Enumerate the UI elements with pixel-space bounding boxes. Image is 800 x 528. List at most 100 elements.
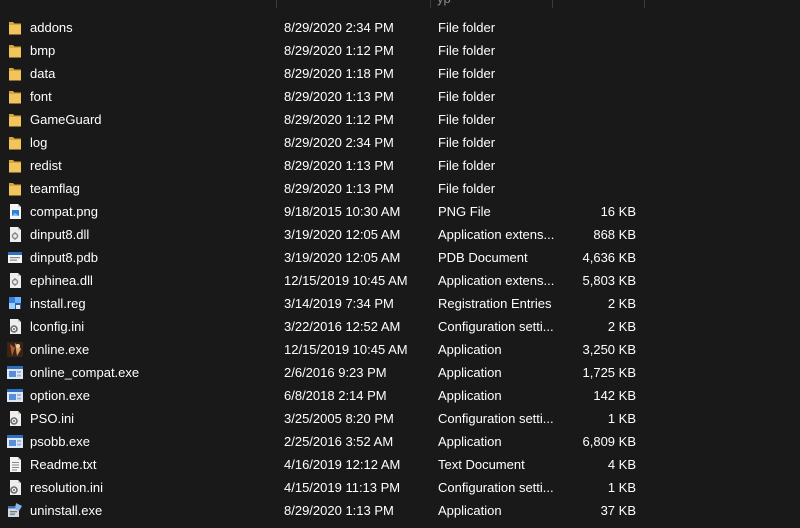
file-name: lconfig.ini [30, 319, 85, 334]
column-divider[interactable] [430, 0, 431, 8]
file-explorer: yp addons 8/29/2020 2:34 PM File folder … [0, 0, 800, 528]
file-row[interactable]: Readme.txt 4/16/2019 12:12 AM Text Docum… [0, 453, 800, 476]
file-row[interactable]: lconfig.ini 3/22/2016 12:52 AM Configura… [0, 315, 800, 338]
column-header-strip[interactable]: yp [0, 0, 800, 8]
file-type: PNG File [438, 204, 491, 219]
file-size: 6,809 KB [582, 434, 637, 449]
file-type: File folder [438, 158, 496, 173]
file-date-modified: 12/15/2019 10:45 AM [284, 273, 408, 288]
file-date-modified: 12/15/2019 10:45 AM [284, 342, 408, 357]
file-name: GameGuard [30, 112, 102, 127]
file-date-modified: 8/29/2020 2:34 PM [284, 20, 394, 35]
file-size: 1 KB [607, 411, 636, 426]
column-divider[interactable] [552, 0, 553, 8]
file-row[interactable]: ephinea.dll 12/15/2019 10:45 AM Applicat… [0, 269, 800, 292]
file-name: font [30, 89, 52, 104]
folder-icon [6, 180, 24, 197]
file-name: PSO.ini [30, 411, 75, 426]
file-row[interactable]: teamflag 8/29/2020 1:13 PM File folder [0, 177, 800, 200]
file-row[interactable]: GameGuard 8/29/2020 1:12 PM File folder [0, 108, 800, 131]
file-name: ephinea.dll [30, 273, 93, 288]
file-name: install.reg [30, 296, 86, 311]
folder-icon [6, 42, 24, 59]
png-file-icon [6, 203, 24, 220]
file-row[interactable]: online_compat.exe 2/6/2016 9:23 PM Appli… [0, 361, 800, 384]
file-type: Configuration setti... [438, 411, 554, 426]
file-type: File folder [438, 181, 496, 196]
file-date-modified: 8/29/2020 1:12 PM [284, 112, 394, 127]
file-size: 868 KB [593, 227, 636, 242]
file-type: Registration Entries [438, 296, 552, 311]
app-window-icon [6, 433, 24, 450]
file-name: dinput8.pdb [30, 250, 98, 265]
folder-icon [6, 111, 24, 128]
file-name: bmp [30, 43, 56, 58]
folder-icon [6, 134, 24, 151]
file-row[interactable]: PSO.ini 3/25/2005 8:20 PM Configuration … [0, 407, 800, 430]
file-size: 16 KB [600, 204, 636, 219]
column-divider[interactable] [644, 0, 645, 8]
file-size: 2 KB [607, 319, 636, 334]
file-row[interactable]: data 8/29/2020 1:18 PM File folder [0, 62, 800, 85]
ini-file-icon [6, 410, 24, 427]
column-divider[interactable] [276, 0, 277, 8]
file-date-modified: 2/25/2016 3:52 AM [284, 434, 394, 449]
file-row[interactable]: online.exe 12/15/2019 10:45 AM Applicati… [0, 338, 800, 361]
file-row[interactable]: dinput8.pdb 3/19/2020 12:05 AM PDB Docum… [0, 246, 800, 269]
uninstaller-icon [6, 502, 24, 519]
file-size: 3,250 KB [582, 342, 637, 357]
file-date-modified: 4/15/2019 11:13 PM [284, 480, 401, 495]
file-row[interactable]: bmp 8/29/2020 1:12 PM File folder [0, 39, 800, 62]
file-row[interactable]: compat.png 9/18/2015 10:30 AM PNG File 1… [0, 200, 800, 223]
file-date-modified: 3/22/2016 12:52 AM [284, 319, 401, 334]
file-date-modified: 8/29/2020 1:13 PM [284, 181, 394, 196]
folder-icon [6, 19, 24, 36]
ini-file-icon [6, 479, 24, 496]
file-row[interactable]: resolution.ini 4/15/2019 11:13 PM Config… [0, 476, 800, 499]
file-row[interactable]: option.exe 6/8/2018 2:14 PM Application … [0, 384, 800, 407]
type-column-header[interactable]: yp [437, 0, 451, 6]
file-date-modified: 8/29/2020 2:34 PM [284, 135, 394, 150]
file-type: Application [438, 342, 502, 357]
file-row[interactable]: dinput8.dll 3/19/2020 12:05 AM Applicati… [0, 223, 800, 246]
file-type: Configuration setti... [438, 480, 554, 495]
dll-file-icon [6, 226, 24, 243]
file-name: resolution.ini [30, 480, 103, 495]
file-row[interactable]: redist 8/29/2020 1:13 PM File folder [0, 154, 800, 177]
file-date-modified: 8/29/2020 1:13 PM [284, 89, 394, 104]
file-size: 4,636 KB [582, 250, 637, 265]
file-date-modified: 8/29/2020 1:13 PM [284, 158, 394, 173]
file-row[interactable]: font 8/29/2020 1:13 PM File folder [0, 85, 800, 108]
file-type: File folder [438, 89, 496, 104]
file-date-modified: 8/29/2020 1:13 PM [284, 503, 394, 518]
registry-file-icon [6, 295, 24, 312]
file-row[interactable]: install.reg 3/14/2019 7:34 PM Registrati… [0, 292, 800, 315]
file-type: Text Document [438, 457, 525, 472]
file-size: 1,725 KB [582, 365, 637, 380]
file-row[interactable]: uninstall.exe 8/29/2020 1:13 PM Applicat… [0, 499, 800, 522]
file-row[interactable]: addons 8/29/2020 2:34 PM File folder [0, 16, 800, 39]
file-size: 1 KB [607, 480, 636, 495]
file-date-modified: 2/6/2016 9:23 PM [284, 365, 387, 380]
file-date-modified: 3/25/2005 8:20 PM [284, 411, 394, 426]
file-row[interactable]: psobb.exe 2/25/2016 3:52 AM Application … [0, 430, 800, 453]
file-type: Application [438, 434, 502, 449]
folder-icon [6, 65, 24, 82]
file-date-modified: 9/18/2015 10:30 AM [284, 204, 401, 219]
file-date-modified: 8/29/2020 1:12 PM [284, 43, 394, 58]
file-size: 4 KB [607, 457, 636, 472]
file-row[interactable]: log 8/29/2020 2:34 PM File folder [0, 131, 800, 154]
file-name: compat.png [30, 204, 98, 219]
file-date-modified: 8/29/2020 1:18 PM [284, 66, 394, 81]
file-type: Application [438, 365, 502, 380]
file-type: Application [438, 388, 502, 403]
ini-file-icon [6, 318, 24, 335]
file-type: File folder [438, 20, 496, 35]
file-size: 5,803 KB [582, 273, 637, 288]
file-name: dinput8.dll [30, 227, 90, 242]
file-type: Application extens... [438, 273, 555, 288]
file-date-modified: 3/19/2020 12:05 AM [284, 227, 401, 242]
file-name: teamflag [30, 181, 80, 196]
text-file-icon [6, 456, 24, 473]
folder-icon [6, 157, 24, 174]
